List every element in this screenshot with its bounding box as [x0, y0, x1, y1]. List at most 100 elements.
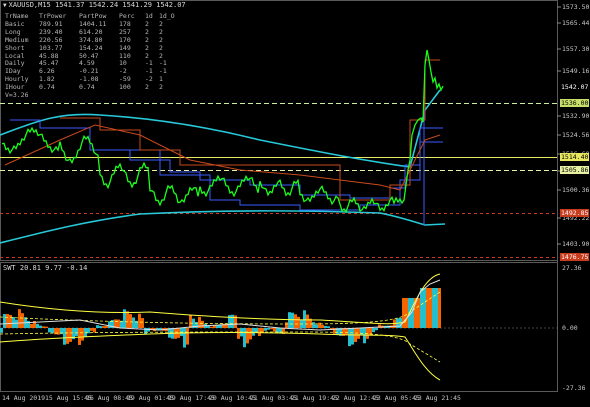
histogram-bar [324, 325, 327, 328]
histogram-bar [327, 326, 330, 328]
histogram-bar [99, 325, 102, 328]
histogram-bar [18, 309, 21, 328]
price-axis-label: 1557.30 [562, 45, 590, 53]
histogram-bar [435, 288, 438, 328]
price-level-tag: 1492.85 [560, 209, 590, 217]
histogram-bar [183, 328, 186, 348]
histogram-bar [285, 322, 288, 328]
table-row: IHour 0.74 0.74 100 2 2 [5, 83, 175, 92]
oscillator-panel[interactable]: SWT 20.81 9.77 -0.14 27.36 0.00 -27.36 [0, 262, 590, 392]
histogram-bar [351, 328, 354, 345]
histogram-bar [69, 328, 72, 342]
histogram-bar [312, 322, 315, 328]
histogram-bar [186, 328, 189, 345]
time-axis-label: 19 Aug 17:45 [168, 394, 215, 402]
histogram-bar [432, 288, 435, 328]
time-axis-label: 14 Aug 2019 [2, 394, 46, 402]
price-level-tag: 1505.86 [560, 166, 590, 174]
histogram-bar [129, 314, 132, 328]
oscillator-frame [0, 262, 558, 392]
histogram-bar [306, 314, 309, 328]
histogram-bar [96, 325, 99, 328]
histogram-bar [141, 318, 144, 328]
histogram-bar [375, 328, 378, 331]
histogram-bar [405, 298, 408, 328]
histogram-bar [318, 322, 321, 328]
histogram-bar [132, 317, 135, 328]
table-cell: 2 [145, 83, 149, 92]
table-cell: 0.74 [39, 83, 55, 92]
histogram-bar [6, 313, 9, 328]
dropdown-triangle-icon[interactable]: ▼ [3, 2, 7, 9]
table-footer: V=3.26 [5, 91, 29, 100]
price-level-tag: 1536.00 [560, 99, 590, 107]
histogram-bar [426, 288, 429, 328]
histogram-bar [21, 313, 24, 328]
histogram-bar [30, 323, 33, 328]
histogram-bar [81, 328, 84, 341]
histogram-bar [75, 328, 78, 336]
histogram-bar [93, 328, 96, 333]
time-axis-label: 16 Aug 08:45 [86, 394, 133, 402]
histogram-bar [66, 328, 69, 344]
histogram-bar [348, 328, 351, 347]
price-axis-label: 1565.44 [562, 19, 590, 27]
histogram-bar [291, 312, 294, 328]
histogram-bar [48, 328, 51, 333]
oscillator-yellow-upper [0, 273, 441, 325]
symbol-quote: XAUUSD,M15 1541.37 1542.24 1541.29 1542.… [8, 1, 186, 9]
oscillator-dashed-upper [0, 291, 441, 325]
price-level-tag: 1514.40 [560, 153, 590, 161]
histogram-bar [102, 326, 105, 328]
histogram-bar [294, 314, 297, 328]
oscillator-title: SWT 20.81 9.77 -0.14 [3, 264, 88, 272]
histogram-bar [0, 328, 3, 333]
time-axis-label: 22 Aug 12:45 [332, 394, 379, 402]
histogram-bar [12, 316, 15, 328]
histogram-bar [117, 319, 120, 328]
histogram-bar [273, 328, 276, 332]
histogram-bar [420, 288, 423, 328]
histogram-bar [51, 328, 54, 334]
time-axis-label: 20 Aug 10:45 [209, 394, 256, 402]
trend-power-table: TrName TrPower PartPow Perc 1d 1d_O Basic 789.9… [5, 12, 175, 100]
table-cell: 0.74 [79, 83, 95, 92]
price-axis-label: 1524.56 [562, 131, 590, 139]
histogram-bar [3, 314, 6, 328]
oscillator-canvas[interactable] [0, 262, 590, 392]
oscillator-white-line [0, 279, 441, 331]
histogram-bar [363, 328, 366, 344]
histogram-bar [360, 328, 363, 336]
table-cell: 2 [159, 83, 163, 92]
histogram-bar [138, 313, 141, 328]
histogram-bar [42, 326, 45, 328]
histogram-bar [201, 320, 204, 328]
histogram-bar [9, 314, 12, 328]
histogram-bar [84, 328, 87, 337]
histogram-bar [267, 328, 270, 330]
histogram-bar [423, 288, 426, 328]
histogram-bar [105, 326, 108, 328]
time-axis-label: 21 Aug 19:45 [291, 394, 338, 402]
histogram-bar [264, 328, 267, 331]
histogram-bar [189, 314, 192, 328]
price-axis-label: 1573.50 [562, 3, 590, 11]
histogram-bar [126, 311, 129, 328]
histogram-bar [372, 328, 375, 333]
price-axis-label: 1403.90 [562, 240, 590, 248]
cyan-lower-curve [0, 210, 446, 244]
time-axis-label: 23 Aug 21:45 [414, 394, 461, 402]
oscillator-histogram [0, 288, 441, 348]
histogram-bar [237, 328, 240, 339]
time-axis-label: 19 Aug 01:45 [127, 394, 174, 402]
histogram-bar [15, 319, 18, 328]
price-chart-panel[interactable]: ▼ XAUUSD,M15 1541.37 1542.24 1541.29 1542… [0, 0, 590, 262]
table-cell: 100 [119, 83, 131, 92]
histogram-bar [57, 328, 60, 335]
histogram-bar [321, 324, 324, 328]
histogram-bar [429, 288, 432, 328]
histogram-bar [231, 314, 234, 328]
histogram-bar [63, 328, 66, 345]
price-axis-label: 1500.36 [562, 186, 590, 194]
histogram-bar [27, 320, 30, 328]
